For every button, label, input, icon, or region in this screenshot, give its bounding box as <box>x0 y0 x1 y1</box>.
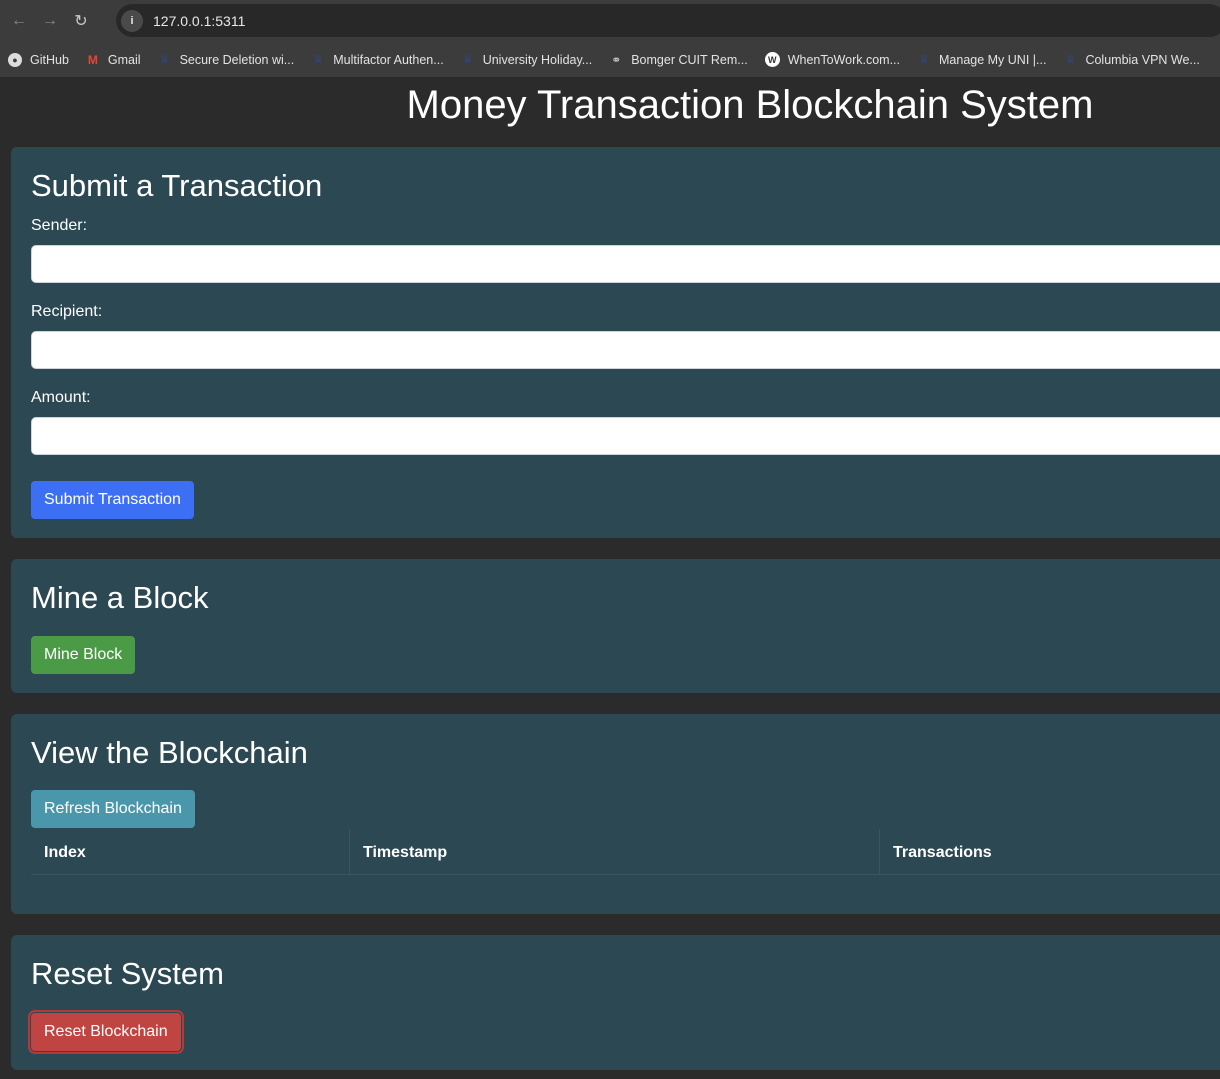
address-bar[interactable]: i 127.0.0.1:5311 <box>116 4 1220 37</box>
submit-transaction-card: Submit a Transaction Sender: Recipient: … <box>11 147 1220 538</box>
browser-toolbar: ← → ↻ i 127.0.0.1:5311 <box>0 0 1220 42</box>
bookmarks-bar: ● GitHub M Gmail ♕ Secure Deletion wi...… <box>0 42 1220 78</box>
reset-blockchain-button[interactable]: Reset Blockchain <box>28 1010 184 1054</box>
bookmark-label: WhenToWork.com... <box>787 52 900 67</box>
mine-block-card: Mine a Block Mine Block <box>11 559 1220 693</box>
columbia-crown-icon: ♕ <box>1065 54 1076 66</box>
reload-icon[interactable]: ↻ <box>69 9 93 33</box>
page-title: Money Transaction Blockchain System <box>406 83 1094 127</box>
column-header-transactions: Transactions <box>893 844 992 861</box>
submit-transaction-button[interactable]: Submit Transaction <box>31 481 194 519</box>
columbia-crown-icon: ♕ <box>919 54 929 66</box>
bookmark-secure-deletion[interactable]: ♕ Secure Deletion wi... <box>158 53 295 67</box>
url-text[interactable]: 127.0.0.1:5311 <box>153 13 245 29</box>
recipient-input[interactable] <box>31 331 1220 369</box>
bookmark-whentowork[interactable]: W WhenToWork.com... <box>764 52 900 67</box>
column-header-timestamp: Timestamp <box>350 829 880 874</box>
mine-block-button[interactable]: Mine Block <box>31 636 136 674</box>
bookmark-label: University Holiday... <box>482 52 593 67</box>
bookmark-label: Columbia VPN We... <box>1085 52 1200 67</box>
sender-label: Sender: <box>31 217 88 234</box>
forward-arrow-icon[interactable]: → <box>38 9 62 33</box>
bookmark-manage-uni[interactable]: ♕ Manage My UNI |... <box>917 53 1046 67</box>
bookmark-github[interactable]: ● GitHub <box>8 52 69 67</box>
bookmark-multifactor[interactable]: ♕ Multifactor Authen... <box>311 53 443 67</box>
bookmark-label: Manage My UNI |... <box>939 52 1047 67</box>
submit-heading: Submit a Transaction <box>31 168 323 203</box>
back-arrow-icon[interactable]: ← <box>7 9 31 33</box>
bookmark-label: Multifactor Authen... <box>333 52 444 67</box>
view-blockchain-card: View the Blockchain Refresh Blockchain I… <box>11 714 1220 914</box>
bookmark-label: Bomger CUIT Rem... <box>631 52 748 67</box>
bookmark-label: GitHub <box>30 52 69 67</box>
bookmark-label: Secure Deletion wi... <box>179 52 295 67</box>
mine-heading: Mine a Block <box>31 580 209 615</box>
columbia-crown-icon: ♕ <box>159 54 170 66</box>
blockchain-table-header: Index Timestamp Transactions <box>31 829 1220 875</box>
columbia-crown-icon: ♕ <box>462 54 473 66</box>
site-info-icon[interactable]: i <box>121 9 143 32</box>
column-header-index: Index <box>31 829 350 874</box>
bookmark-columbia-vpn[interactable]: ♕ Columbia VPN We... <box>1063 52 1200 67</box>
reset-heading: Reset System <box>31 956 224 991</box>
refresh-blockchain-button[interactable]: Refresh Blockchain <box>31 790 195 828</box>
github-icon: ● <box>8 52 22 67</box>
sender-input[interactable] <box>31 245 1220 283</box>
reset-system-card: Reset System Reset Blockchain <box>11 935 1220 1070</box>
bookmark-label: Gmail <box>107 52 141 67</box>
whentowork-icon: W <box>764 52 780 67</box>
bookmark-bomger[interactable]: ⚭ Bomger CUIT Rem... <box>609 52 748 67</box>
gmail-icon: M <box>87 52 98 67</box>
bookmark-gmail[interactable]: M Gmail <box>86 53 141 67</box>
columbia-crown-icon: ♕ <box>313 54 324 66</box>
amount-input[interactable] <box>31 417 1220 455</box>
recipient-label: Recipient: <box>31 303 103 320</box>
amount-label: Amount: <box>31 389 91 406</box>
bookmark-university-holiday[interactable]: ♕ University Holiday... <box>461 52 593 67</box>
blockchain-heading: View the Blockchain <box>31 735 308 770</box>
headset-icon: ⚭ <box>611 52 622 67</box>
